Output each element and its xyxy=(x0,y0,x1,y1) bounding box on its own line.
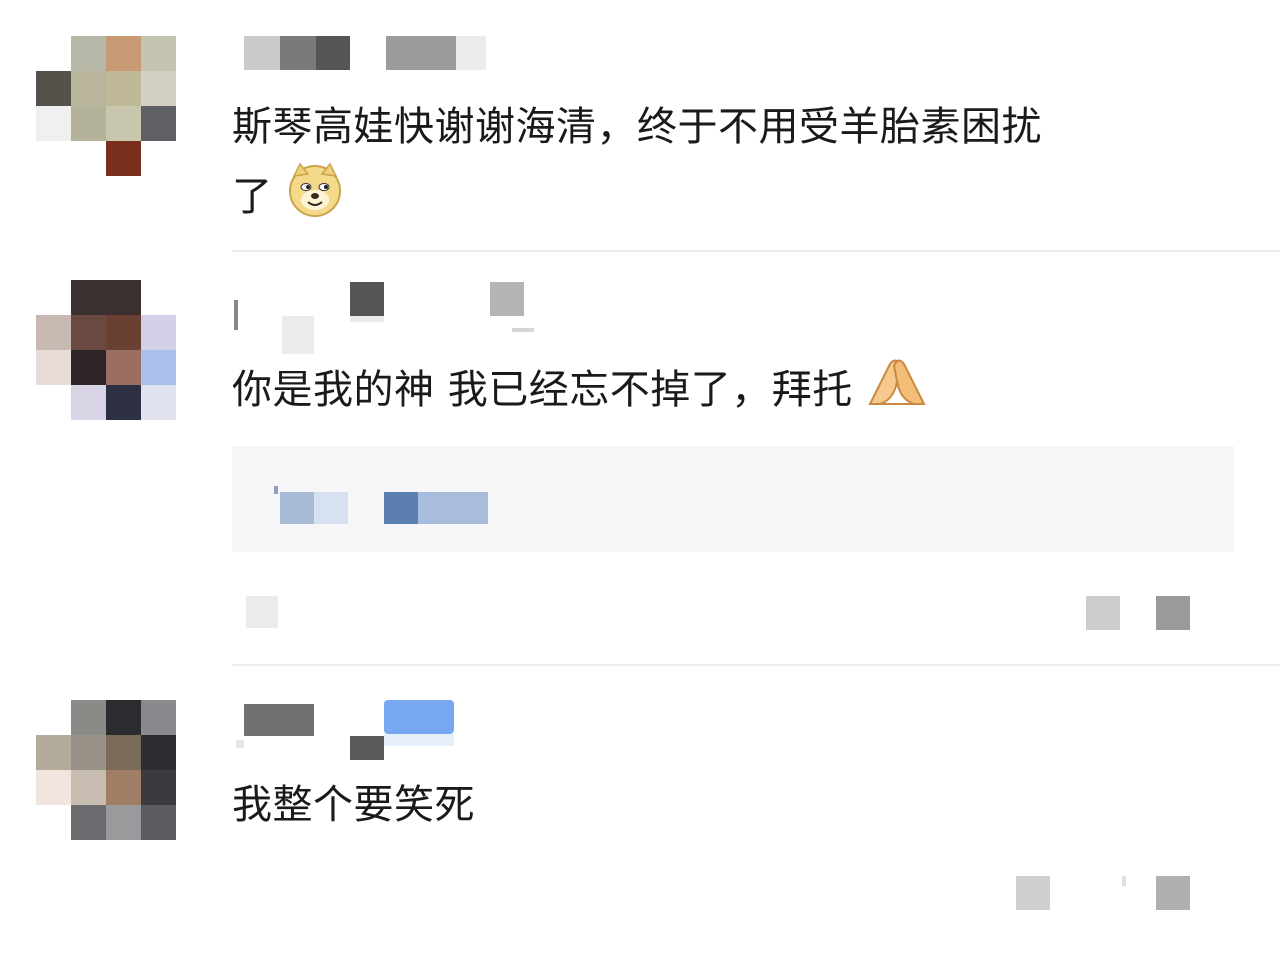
like-icon[interactable] xyxy=(1156,596,1190,630)
avatar[interactable] xyxy=(36,280,176,420)
pleading-hands-icon xyxy=(866,356,928,428)
reply-icon[interactable] xyxy=(1086,596,1120,630)
comment-text: 我整个要笑死 xyxy=(232,782,475,828)
comment-text: 斯琴高娃快谢谢海清，终于不用受羊胎素困扰 xyxy=(232,104,1042,150)
doge-emoji-icon xyxy=(286,160,344,238)
divider xyxy=(232,250,1280,252)
comment-text: 你是我的神 我已经忘不掉了，拜托 xyxy=(232,356,928,428)
comment-text-tail: 了 xyxy=(232,174,273,220)
reply-preview[interactable] xyxy=(232,446,1234,552)
comment-feed: 斯琴高娃快谢谢海清，终于不用受羊胎素困扰 了 你是我的神 我已经忘不掉了，拜托 … xyxy=(0,0,1280,960)
avatar[interactable] xyxy=(36,700,176,840)
avatar[interactable] xyxy=(36,36,176,176)
time-stamp xyxy=(246,596,278,628)
reply-icon[interactable] xyxy=(1016,876,1050,910)
comment-text-continued: 了 xyxy=(232,160,344,238)
like-icon[interactable] xyxy=(1156,876,1190,910)
comment-text-body: 你是我的神 我已经忘不掉了，拜托 xyxy=(232,367,853,413)
divider xyxy=(232,664,1280,666)
separator xyxy=(1122,876,1126,886)
